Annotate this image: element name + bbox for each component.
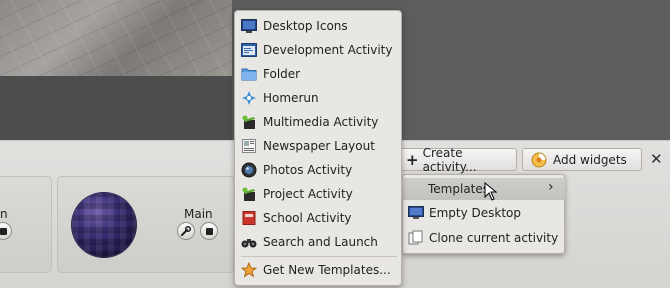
binoculars-icon [241,239,257,248]
homerun-icon [242,91,256,105]
close-icon[interactable]: ✕ [650,150,663,168]
menu-separator [241,256,397,257]
stop-activity-button-main[interactable] [200,222,218,240]
star-icon [241,262,257,278]
folder-icon [241,68,257,81]
add-widgets-button[interactable]: Add widgets [522,148,642,171]
wrench-icon [181,225,192,236]
code-window-icon [241,43,257,57]
film-clapper-icon [242,115,255,129]
mouse-pointer-icon [484,182,498,201]
menu-item-school-activity[interactable]: School Activity [241,207,397,229]
clone-activity-label: Clone current activity [429,231,559,245]
desktop-monitor-icon [241,19,257,33]
activity-icon-orb [72,193,136,257]
menu-item-homerun[interactable]: Homerun [241,87,397,109]
templates-menu-label[interactable]: Templates [428,182,489,196]
copy-icon [408,230,423,245]
menu-item-search-and-launch[interactable]: Search and Launch [241,231,397,253]
desktop-monitor-icon [408,206,424,219]
menu-item-folder[interactable]: Folder [241,63,397,85]
activity-name-main: Main [184,207,213,221]
clone-activity-item[interactable]: Clone current activity [408,230,558,246]
menu-item-multimedia-activity[interactable]: Multimedia Activity [241,111,397,133]
school-book-icon [242,211,256,225]
project-clapper-icon [242,187,255,201]
create-activity-button[interactable]: + Create activity... [397,145,517,174]
templates-menu: Desktop Icons Development Activity Folde… [234,10,402,286]
newspaper-icon [242,139,256,153]
preview-shadow [0,76,232,140]
widgets-icon [531,152,547,167]
menu-item-desktop-icons[interactable]: Desktop Icons [241,15,397,37]
activity-preview-image [0,0,232,76]
menu-item-get-new-templates[interactable]: Get New Templates... [241,259,397,281]
configure-activity-button[interactable] [177,222,195,240]
activity-name-left: n [0,207,8,221]
plus-icon: + [406,150,419,169]
desktop-background [400,0,670,140]
menu-item-newspaper-layout[interactable]: Newspaper Layout [241,135,397,157]
chevron-right-icon: › [548,179,554,195]
empty-desktop-label: Empty Desktop [429,206,521,220]
menu-item-development-activity[interactable]: Development Activity [241,39,397,61]
camera-lens-icon [241,162,257,178]
menu-item-project-activity[interactable]: Project Activity [241,183,397,205]
stop-icon [205,227,213,235]
add-widgets-label: Add widgets [553,152,627,167]
menu-item-photos-activity[interactable]: Photos Activity [241,159,397,181]
empty-desktop-item[interactable]: Empty Desktop [408,206,521,220]
stop-icon [0,227,7,235]
create-activity-label: Create activity... [422,145,477,174]
